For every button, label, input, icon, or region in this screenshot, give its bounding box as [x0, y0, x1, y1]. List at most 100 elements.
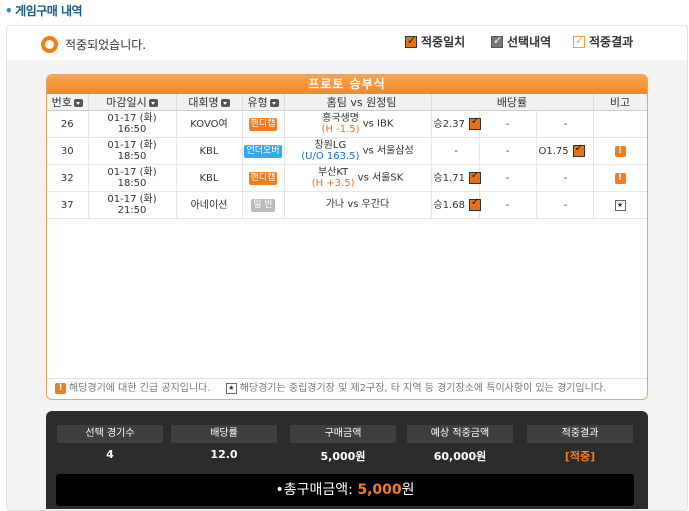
- odd-lose-value: -: [563, 172, 568, 184]
- hit-ring-icon: [41, 36, 58, 53]
- total-amount: 5,000: [357, 482, 402, 498]
- cell-odd-win[interactable]: 승1.68: [431, 191, 481, 219]
- handicap-value: (H -1.5): [321, 124, 360, 135]
- cell-teams: 흥국생명 (H -1.5) vs IBK: [284, 110, 432, 138]
- warning-icon: !: [614, 146, 626, 157]
- cell-note: [593, 110, 647, 138]
- odd-win-value: 승1.68: [433, 200, 465, 211]
- odd-win-value: 승1.71: [433, 173, 465, 184]
- star-icon: ★: [225, 382, 237, 394]
- status-text: 적중되었습니다.: [65, 38, 147, 52]
- cell-time: 18:50: [117, 178, 147, 189]
- cell-deadline: 01-17 (화) 21:50: [88, 191, 177, 219]
- table-header-row: 번호 마감일시 대회명 유형 홈팀 vs 원정팀 배당률 비고: [47, 94, 647, 111]
- cell-type: 언더오버: [242, 137, 285, 165]
- total-label: 총구매금액:: [283, 482, 353, 498]
- proto-table-panel: 프로토 승부식 번호 마감일시 대회명 유형 홈팀 vs 원정팀 배당률 비고 …: [46, 74, 648, 400]
- total-bullet-icon: •: [275, 482, 284, 498]
- notice-bar: ! 해당경기에 대한 긴급 공지입니다. ★ 해당경기는 중립경기장 및 제2구장,…: [47, 378, 647, 399]
- col-type[interactable]: 유형: [242, 94, 285, 111]
- cell-date: 01-17 (화): [107, 140, 157, 151]
- cell-no: 32: [47, 164, 89, 192]
- away-team: vs 서울삼성: [362, 145, 414, 157]
- cell-league: KOVO여: [176, 110, 243, 138]
- cell-odd-draw[interactable]: -: [479, 164, 537, 192]
- cell-odd-draw[interactable]: -: [479, 110, 537, 138]
- cell-odd-win[interactable]: 승2.37: [431, 110, 481, 138]
- summary-value: 12.0: [210, 448, 238, 461]
- type-badge: 핸디캡: [248, 117, 278, 131]
- summary-result: 적중결과 [적중]: [527, 425, 633, 464]
- sort-icon[interactable]: [148, 99, 158, 107]
- page-title-text: 게임구매 내역: [15, 4, 83, 18]
- col-teams: 홈팀 vs 원정팀: [284, 94, 432, 111]
- cell-odd-win[interactable]: -: [431, 137, 480, 165]
- legend-result: 적중결과: [573, 33, 633, 50]
- home-team-name: 부산KT: [317, 167, 349, 178]
- summary-header: 선택 경기수: [57, 425, 163, 443]
- title-bullet-icon: •: [5, 4, 13, 18]
- legend-selection: 선택내역: [491, 33, 551, 50]
- cell-date: 01-17 (화): [107, 113, 157, 124]
- col-league[interactable]: 대회명: [176, 94, 243, 111]
- summary-games: 선택 경기수 4: [57, 425, 163, 461]
- table-row: 32 01-17 (화) 18:50 KBL 핸디캡 부산KT (H +3.5) vs 서울…: [47, 164, 647, 192]
- cell-type: 핸디캡: [242, 110, 285, 138]
- col-deadline-label: 마감일시: [106, 96, 147, 109]
- page-title: • 게임구매 내역: [5, 2, 83, 19]
- checkbox-icon: [491, 34, 503, 48]
- sort-icon[interactable]: [73, 99, 83, 107]
- summary-header: 예상 적중금액: [407, 425, 513, 443]
- summary-value: 5,000원: [320, 450, 366, 463]
- away-team: vs IBK: [362, 118, 394, 130]
- handicap-value: (H +3.5): [311, 178, 355, 189]
- cell-league: KBL: [176, 137, 243, 165]
- cell-teams: 가나 vs 우간다: [284, 191, 432, 219]
- summary-expected: 예상 적중금액 60,000원: [407, 425, 513, 464]
- summary-header: 적중결과: [527, 425, 633, 443]
- cell-odd-lose[interactable]: O1.75: [536, 137, 594, 165]
- col-no-label: 번호: [51, 96, 72, 109]
- warning-icon: !: [55, 382, 66, 394]
- checkbox-icon: [468, 197, 481, 211]
- cell-time: 18:50: [117, 151, 147, 162]
- col-note-label: 비고: [609, 96, 631, 109]
- legend-result-label: 적중결과: [589, 35, 634, 49]
- total-unit: 원: [401, 482, 415, 498]
- sort-icon[interactable]: [269, 99, 279, 107]
- cell-odd-win[interactable]: 승1.71: [431, 164, 481, 192]
- odd-lose-value: -: [563, 118, 568, 130]
- summary-header: 구매금액: [290, 425, 396, 443]
- cell-odd-draw[interactable]: -: [479, 191, 537, 219]
- summary-odds: 배당률 12.0: [171, 425, 277, 461]
- games-table: 번호 마감일시 대회명 유형 홈팀 vs 원정팀 배당률 비고 26 01-17 …: [47, 94, 647, 219]
- proto-title: 프로토 승부식: [47, 75, 647, 94]
- col-no[interactable]: 번호: [47, 94, 89, 111]
- cell-note: !: [593, 137, 647, 165]
- cell-odd-lose[interactable]: -: [536, 110, 594, 138]
- cell-deadline: 01-17 (화) 18:50: [88, 137, 177, 165]
- checkbox-icon: [572, 143, 585, 157]
- cell-deadline: 01-17 (화) 18:50: [88, 164, 177, 192]
- status-bar: 적중되었습니다. 적중일치 선택내역 적중결과: [6, 25, 688, 60]
- home-team-name: 흥국생명: [322, 113, 359, 124]
- legend-selection-label: 선택내역: [507, 35, 552, 49]
- notice-warn-text: 해당경기에 대한 긴급 공지입니다.: [69, 383, 211, 394]
- col-odds: 배당률: [431, 94, 594, 111]
- table-row: 30 01-17 (화) 18:50 KBL 언더오버 창원LG (U/O 163.5) v…: [47, 137, 647, 165]
- sort-icon[interactable]: [220, 99, 230, 107]
- cell-odd-lose[interactable]: -: [536, 191, 594, 219]
- cell-odd-draw[interactable]: -: [479, 137, 537, 165]
- home-team: 가나: [326, 199, 344, 210]
- cell-teams: 창원LG (U/O 163.5) vs 서울삼성: [284, 137, 432, 165]
- table-row: 3701-17 (화)21:50아네이션일 반가나 vs 우간다승1.68--★: [47, 191, 647, 219]
- checkbox-icon: [468, 170, 481, 184]
- cell-odd-lose[interactable]: -: [536, 164, 594, 192]
- cell-time: 21:50: [117, 205, 147, 216]
- home-team-name: 창원LG: [314, 140, 347, 151]
- cell-date: 01-17 (화): [107, 167, 157, 178]
- cell-league: KBL: [176, 164, 243, 192]
- away-team: vs 서울SK: [357, 172, 404, 184]
- table-row: 26 01-17 (화) 16:50 KOVO여 핸디캡 흥국생명 (H -1.5) vs …: [47, 110, 647, 138]
- col-deadline[interactable]: 마감일시: [88, 94, 177, 111]
